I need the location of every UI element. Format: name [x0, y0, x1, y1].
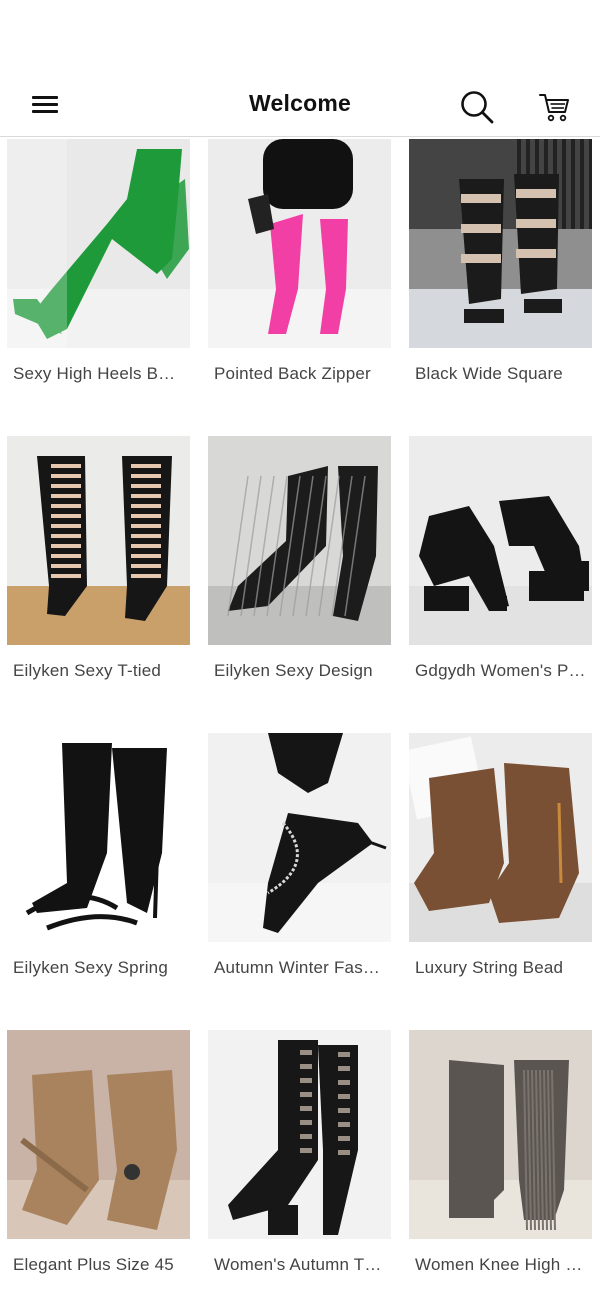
product-card[interactable]: Sexy High Heels Boots	[7, 139, 190, 436]
product-title[interactable]: Elegant Plus Size 45	[7, 1255, 190, 1275]
product-card[interactable]: Eilyken Sexy Spring	[7, 733, 190, 1030]
product-card[interactable]: Elegant Plus Size 45	[7, 1030, 190, 1300]
product-image[interactable]	[208, 436, 391, 645]
product-title[interactable]: Sexy High Heels Boots	[7, 364, 190, 384]
product-card[interactable]: Black Wide Square	[409, 139, 592, 436]
product-title[interactable]: Luxury String Bead	[409, 958, 592, 978]
product-image[interactable]	[409, 733, 592, 942]
product-title[interactable]: Autumn Winter Fashion	[208, 958, 391, 978]
product-card[interactable]: Eilyken Sexy Design	[208, 436, 391, 733]
product-card[interactable]: Eilyken Sexy T-tied	[7, 436, 190, 733]
product-grid: Sexy High Heels Boots Pointed Back Zippe…	[7, 139, 595, 1300]
product-image[interactable]	[208, 139, 391, 348]
product-title[interactable]: Women Knee High Fringe	[409, 1255, 592, 1275]
product-title[interactable]: Women's Autumn Thick	[208, 1255, 391, 1275]
product-card[interactable]: Pointed Back Zipper	[208, 139, 391, 436]
product-card[interactable]: Women's Autumn Thick	[208, 1030, 391, 1300]
product-card[interactable]: Autumn Winter Fashion	[208, 733, 391, 1030]
product-image[interactable]	[409, 139, 592, 348]
product-image[interactable]	[7, 733, 190, 942]
product-card[interactable]: Luxury String Bead	[409, 733, 592, 1030]
page-title: Welcome	[249, 90, 351, 116]
product-title[interactable]: Pointed Back Zipper	[208, 364, 391, 384]
product-image[interactable]	[7, 436, 190, 645]
top-navigation-bar: Welcome	[0, 72, 600, 137]
product-title[interactable]: Eilyken Sexy Spring	[7, 958, 190, 978]
search-icon[interactable]	[458, 88, 496, 126]
product-image[interactable]	[409, 1030, 592, 1239]
cart-icon[interactable]	[536, 90, 572, 124]
product-title[interactable]: Eilyken Sexy T-tied	[7, 661, 190, 681]
product-card[interactable]: Gdgydh Women's Platform	[409, 436, 592, 733]
product-title[interactable]: Black Wide Square	[409, 364, 592, 384]
product-title[interactable]: Gdgydh Women's Platform	[409, 661, 592, 681]
product-image[interactable]	[208, 1030, 391, 1239]
product-title[interactable]: Eilyken Sexy Design	[208, 661, 391, 681]
product-image[interactable]	[7, 139, 190, 348]
product-image[interactable]	[409, 436, 592, 645]
product-image[interactable]	[7, 1030, 190, 1239]
product-image[interactable]	[208, 733, 391, 942]
product-card[interactable]: Women Knee High Fringe	[409, 1030, 592, 1300]
status-bar-area	[0, 0, 600, 72]
